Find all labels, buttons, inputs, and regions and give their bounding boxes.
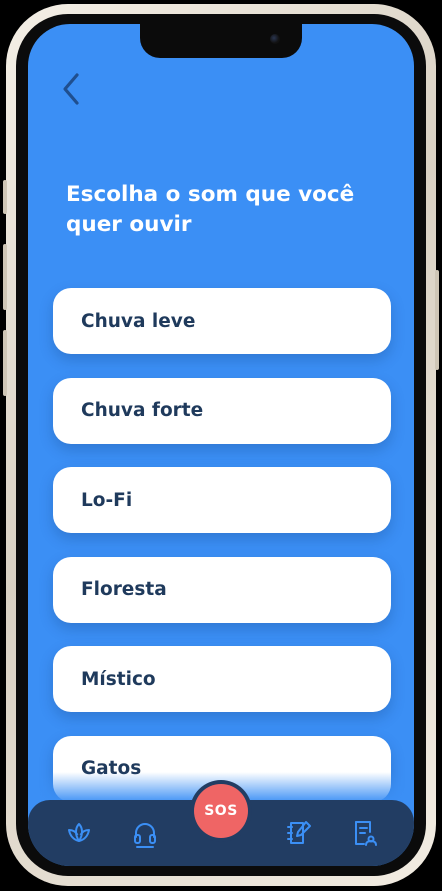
headphones-icon bbox=[134, 823, 156, 848]
back-button[interactable] bbox=[58, 70, 88, 108]
sos-label: SOS bbox=[204, 803, 238, 819]
app-screen: Escolha o som que você quer ouvir Chuva … bbox=[28, 24, 414, 866]
nav-item-meditation[interactable] bbox=[64, 818, 94, 848]
sound-option[interactable]: Chuva leve bbox=[53, 288, 391, 354]
document-report-icon bbox=[355, 821, 377, 846]
sound-option[interactable]: Chuva forte bbox=[53, 377, 391, 444]
sos-ring: SOS bbox=[190, 780, 252, 842]
sound-option-label: Chuva leve bbox=[81, 310, 196, 332]
page-title: Escolha o som que você quer ouvir bbox=[66, 182, 355, 237]
sound-option[interactable]: Floresta bbox=[53, 556, 391, 623]
sound-option-label: Floresta bbox=[81, 579, 167, 600]
sound-option-label: Místico bbox=[81, 668, 156, 690]
sound-option[interactable]: Místico bbox=[53, 646, 391, 712]
notch bbox=[140, 24, 302, 58]
volume-down-button bbox=[3, 330, 7, 396]
chevron-left-icon bbox=[63, 73, 79, 105]
sound-option-label: Chuva forte bbox=[81, 400, 204, 421]
notebook-edit-icon bbox=[287, 821, 311, 844]
sound-option-label: Lo-Fi bbox=[81, 489, 133, 511]
sound-options-list: Chuva leve Chuva forte Lo-Fi Floresta Mí… bbox=[53, 288, 391, 825]
front-camera bbox=[270, 34, 280, 44]
sos-button[interactable]: SOS bbox=[194, 784, 248, 838]
silent-switch bbox=[3, 180, 7, 214]
lotus-icon bbox=[68, 823, 90, 842]
power-button bbox=[435, 270, 439, 370]
nav-item-reports[interactable] bbox=[350, 818, 380, 848]
nav-item-sounds[interactable] bbox=[130, 818, 160, 848]
sound-option[interactable]: Lo-Fi bbox=[53, 467, 391, 533]
nav-item-journal[interactable] bbox=[284, 818, 314, 848]
volume-up-button bbox=[3, 244, 7, 310]
sound-option-label: Gatos bbox=[81, 758, 142, 779]
